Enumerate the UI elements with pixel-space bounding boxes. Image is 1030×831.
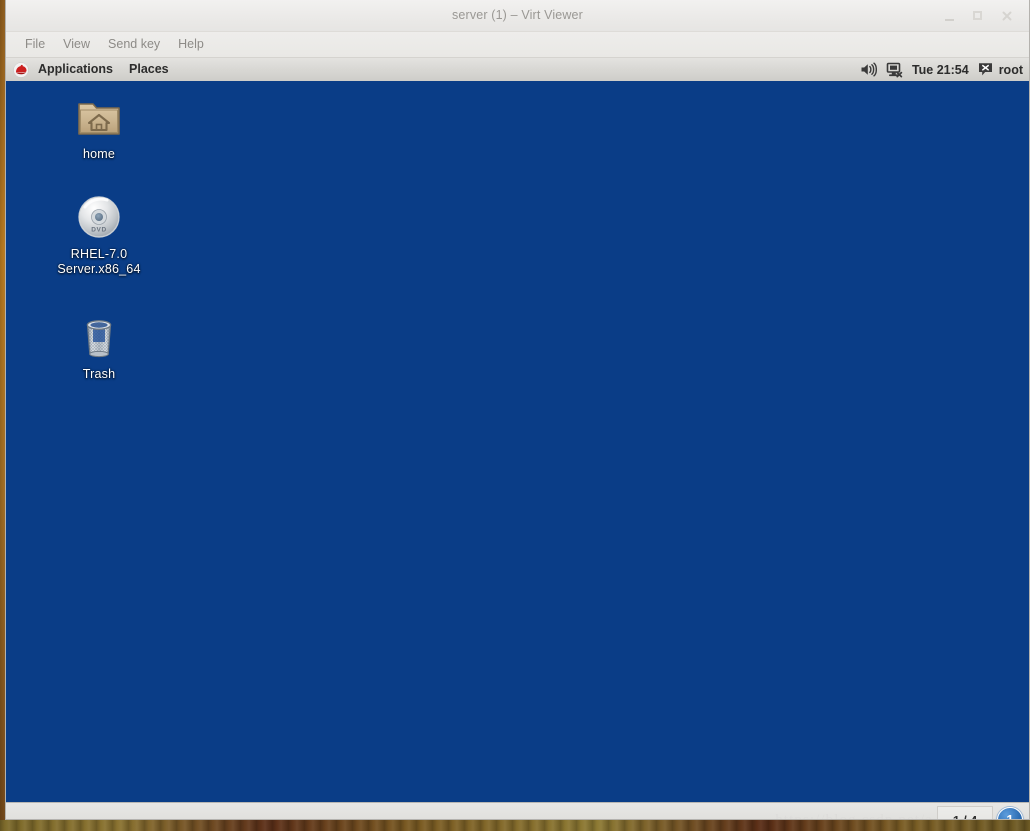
virt-viewer-window: server (1) – Virt Viewer File View Send … xyxy=(5,0,1030,820)
network-disconnected-icon[interactable] xyxy=(886,62,903,78)
window-titlebar[interactable]: server (1) – Virt Viewer xyxy=(6,0,1029,32)
desktop-icon-dvd[interactable]: DVD RHEL-7.0 Server.x86_64 xyxy=(44,193,154,277)
gnome-panel-left-group: Applications Places xyxy=(6,58,176,81)
minimize-icon xyxy=(944,19,954,21)
gnome-top-panel: Applications Places Tue 21:54 root xyxy=(6,58,1029,82)
close-button[interactable] xyxy=(999,8,1015,24)
window-statusbar: https://blog.csdn.net/a 1 / 4 1 xyxy=(6,802,1029,820)
places-menu[interactable]: Places xyxy=(122,58,176,81)
menu-item-help[interactable]: Help xyxy=(169,32,213,57)
desktop-icon-label: RHEL-7.0 Server.x86_64 xyxy=(57,247,141,276)
notification-badge[interactable]: 1 xyxy=(997,807,1023,819)
menu-item-file[interactable]: File xyxy=(16,32,54,57)
user-name-label[interactable]: root xyxy=(999,63,1023,77)
applications-menu[interactable]: Applications xyxy=(31,58,120,81)
gnome-panel-right-group: Tue 21:54 root xyxy=(860,58,1023,81)
optical-disc-icon: DVD xyxy=(75,193,123,241)
menu-item-view[interactable]: View xyxy=(54,32,99,57)
volume-speaker-icon[interactable] xyxy=(860,62,877,77)
minimize-button[interactable] xyxy=(941,8,957,24)
folder-home-icon xyxy=(75,93,123,141)
host-desktop-bottom-strip xyxy=(0,820,1030,831)
menu-item-send-key[interactable]: Send key xyxy=(99,32,169,57)
page-indicator[interactable]: 1 / 4 xyxy=(937,806,993,819)
chat-offline-icon[interactable] xyxy=(978,62,993,77)
clock[interactable]: Tue 21:54 xyxy=(912,63,969,77)
window-title: server (1) – Virt Viewer xyxy=(452,8,583,22)
desktop-icon-label: Trash xyxy=(82,367,116,381)
svg-text:DVD: DVD xyxy=(91,227,107,234)
waste-basket-icon xyxy=(75,313,123,361)
desktop-icon-label: home xyxy=(82,147,116,161)
redhat-shadowman-icon xyxy=(13,61,29,78)
close-icon xyxy=(1002,11,1012,21)
watermark-text: https://blog.csdn.net/a xyxy=(775,812,933,820)
desktop-icon-home[interactable]: home xyxy=(44,93,154,162)
maximize-button[interactable] xyxy=(969,8,985,24)
desktop-icon-trash[interactable]: Trash xyxy=(44,313,154,382)
guest-desktop-surface[interactable]: home DVD RHEL-7.0 Server.x86_64 Trash xyxy=(6,81,1029,802)
guest-display-viewport[interactable]: Applications Places Tue 21:54 root home … xyxy=(6,58,1029,802)
menubar: File View Send key Help xyxy=(6,32,1029,58)
maximize-icon xyxy=(972,11,982,20)
